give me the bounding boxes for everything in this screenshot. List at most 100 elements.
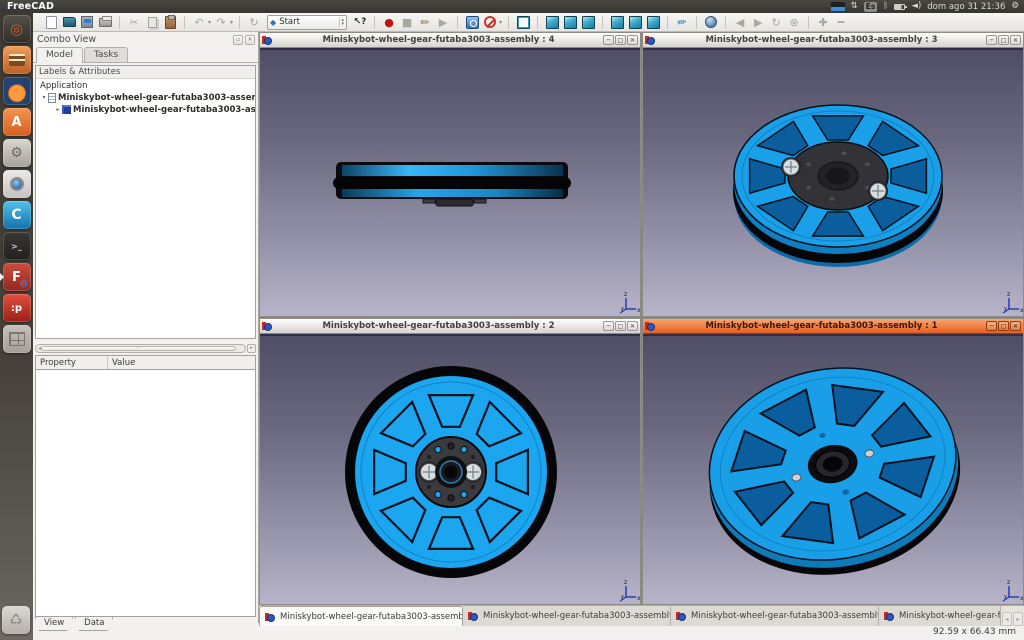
launcher-file-manager[interactable] <box>3 46 31 74</box>
new-document-button[interactable] <box>43 14 59 30</box>
3d-view-front[interactable]: zxy <box>260 334 640 604</box>
undo-dropdown[interactable]: ▾ <box>208 19 211 26</box>
tree-item-label[interactable]: Miniskybot-wheel-gear-futaba3003-assembl… <box>73 105 255 115</box>
open-button[interactable] <box>61 14 77 30</box>
launcher-firefox[interactable] <box>3 77 31 105</box>
maximize-button[interactable]: □ <box>998 35 1009 45</box>
redo-button[interactable]: ↷ <box>213 14 229 30</box>
maximize-button[interactable]: □ <box>615 321 626 331</box>
panel-float-button[interactable]: ▫ <box>233 35 243 45</box>
redo-dropdown[interactable]: ▾ <box>230 19 233 26</box>
scrollbar-track[interactable]: ◂ ⋯ <box>35 344 246 353</box>
refresh-button[interactable]: ↻ <box>246 14 262 30</box>
minimize-button[interactable]: ─ <box>986 321 997 331</box>
cut-button[interactable]: ✂ <box>126 14 142 30</box>
paste-button[interactable] <box>162 14 178 30</box>
viewport-1-titlebar[interactable]: Miniskybot-wheel-gear-futaba3003-assembl… <box>643 319 1023 334</box>
close-button[interactable]: ✕ <box>627 35 638 45</box>
viewport-2[interactable]: Miniskybot-wheel-gear-futaba3003-assembl… <box>259 318 641 605</box>
battery-icon[interactable] <box>894 4 905 10</box>
top-view-button[interactable] <box>562 14 578 30</box>
3d-view-side[interactable]: zxy <box>260 48 640 316</box>
copy-button[interactable] <box>144 14 160 30</box>
nav-refresh-button[interactable]: ↻ <box>768 14 784 30</box>
close-button[interactable]: ✕ <box>627 321 638 331</box>
tab-view[interactable]: View <box>35 617 73 631</box>
launcher-media-app[interactable]: :p <box>3 294 31 322</box>
whats-this-button[interactable]: ↖? <box>352 14 368 30</box>
bottom-view-button[interactable] <box>627 14 643 30</box>
tree-item-assembly[interactable]: ▾ Miniskybot-wheel-gear-futaba3003-assem… <box>36 92 255 103</box>
tree-item-label[interactable]: Miniskybot-wheel-gear-futaba3003-assembl… <box>58 93 255 103</box>
macro-play-button[interactable]: ▶ <box>435 14 451 30</box>
bluetooth-icon[interactable]: ᛒ <box>883 2 888 11</box>
tab-tasks[interactable]: Tasks <box>84 47 128 62</box>
zoom-in-button[interactable]: ✚ <box>815 14 831 30</box>
launcher-chromium[interactable] <box>3 170 31 198</box>
viewport-4[interactable]: Miniskybot-wheel-gear-futaba3003-assembl… <box>259 32 641 317</box>
tab-scroll-left-button[interactable]: ◂ <box>1002 612 1012 626</box>
document-tab-4[interactable]: Miniskybot-wheel-gear-futaba300 <box>879 606 1001 626</box>
keyboard-layout-indicator[interactable]: Es <box>864 2 878 12</box>
tree-item-assembly-final[interactable]: ▸ Miniskybot-wheel-gear-futaba3003-assem… <box>36 104 255 115</box>
rear-view-button[interactable] <box>609 14 625 30</box>
launcher-software-center[interactable]: A <box>3 108 31 136</box>
minimize-button[interactable]: ─ <box>986 35 997 45</box>
document-tab-2[interactable]: Miniskybot-wheel-gear-futaba3003-assembl… <box>463 606 671 626</box>
draw-style-button[interactable] <box>482 14 498 30</box>
nav-forward-button[interactable]: ▶ <box>750 14 766 30</box>
3d-view-isometric[interactable]: zxy <box>643 48 1023 316</box>
launcher-trash[interactable]: ♺ <box>2 606 30 634</box>
workbench-selector[interactable]: ◆ Start ▴▾ <box>267 15 347 30</box>
launcher-workspace-switcher[interactable] <box>3 325 31 353</box>
tab-scroll-right-button[interactable]: ▸ <box>1013 612 1023 626</box>
viewport-3[interactable]: Miniskybot-wheel-gear-futaba3003-assembl… <box>642 32 1024 317</box>
clock[interactable]: dom ago 31 21:36 <box>927 2 1005 12</box>
workbench-spinner[interactable]: ▴▾ <box>339 18 345 27</box>
close-button[interactable]: ✕ <box>1010 321 1021 331</box>
viewport-1-active[interactable]: Miniskybot-wheel-gear-futaba3003-assembl… <box>642 318 1024 605</box>
launcher-freecad[interactable]: F ⚙ <box>3 263 31 291</box>
scrollbar-thumb[interactable]: ⋯ <box>41 346 236 351</box>
launcher-dash-home[interactable]: ◎ <box>3 15 31 43</box>
panel-close-button[interactable]: ✕ <box>245 35 255 45</box>
column-property[interactable]: Property <box>36 356 108 369</box>
undo-button[interactable]: ↶ <box>191 14 207 30</box>
left-view-button[interactable] <box>645 14 661 30</box>
right-view-button[interactable] <box>580 14 596 30</box>
measure-distance-button[interactable]: ✏ <box>673 13 691 31</box>
launcher-terminal[interactable]: >_ <box>3 232 31 260</box>
viewport-3-titlebar[interactable]: Miniskybot-wheel-gear-futaba3003-assembl… <box>643 33 1023 48</box>
scroll-right-button[interactable]: ▸ <box>247 344 256 353</box>
macro-record-button[interactable]: ● <box>381 14 397 30</box>
front-view-button[interactable] <box>544 14 560 30</box>
tree-horizontal-scrollbar[interactable]: ◂ ⋯ ▸ <box>35 343 256 353</box>
close-button[interactable]: ✕ <box>1010 35 1021 45</box>
column-value[interactable]: Value <box>108 356 255 369</box>
fit-all-button[interactable] <box>464 14 480 30</box>
draw-style-dropdown[interactable]: ▾ <box>499 19 502 26</box>
document-tab-3[interactable]: Miniskybot-wheel-gear-futaba3003-assembl… <box>671 606 879 626</box>
open-website-button[interactable] <box>703 14 719 30</box>
minimize-button[interactable]: ─ <box>603 321 614 331</box>
document-tab-1[interactable]: Miniskybot-wheel-gear-futaba3003-assembl… <box>259 606 463 626</box>
maximize-button[interactable]: □ <box>615 35 626 45</box>
macro-stop-button[interactable]: ■ <box>399 14 415 30</box>
nav-stop-button[interactable]: ⊗ <box>786 14 802 30</box>
maximize-button[interactable]: □ <box>998 321 1009 331</box>
viewport-2-titlebar[interactable]: Miniskybot-wheel-gear-futaba3003-assembl… <box>260 319 640 334</box>
branch-expander-icon[interactable]: ▾ <box>40 94 48 101</box>
branch-collapsed-icon[interactable]: ▸ <box>54 106 62 113</box>
axonometric-view-button[interactable] <box>515 14 531 30</box>
launcher-system-settings[interactable]: ⚙ <box>3 139 31 167</box>
zoom-out-button[interactable]: ━ <box>833 14 849 30</box>
minimize-button[interactable]: ─ <box>603 35 614 45</box>
3d-view-rear-isometric[interactable]: zxy <box>643 334 1023 604</box>
print-button[interactable] <box>97 14 113 30</box>
network-updown-icon[interactable]: ⇅ <box>851 2 858 11</box>
nav-back-button[interactable]: ◀ <box>732 14 748 30</box>
session-gear-icon[interactable]: ⚙ <box>1011 2 1019 11</box>
system-monitor-icon[interactable] <box>831 2 845 11</box>
tab-model[interactable]: Model <box>36 47 83 63</box>
viewport-4-titlebar[interactable]: Miniskybot-wheel-gear-futaba3003-assembl… <box>260 33 640 48</box>
